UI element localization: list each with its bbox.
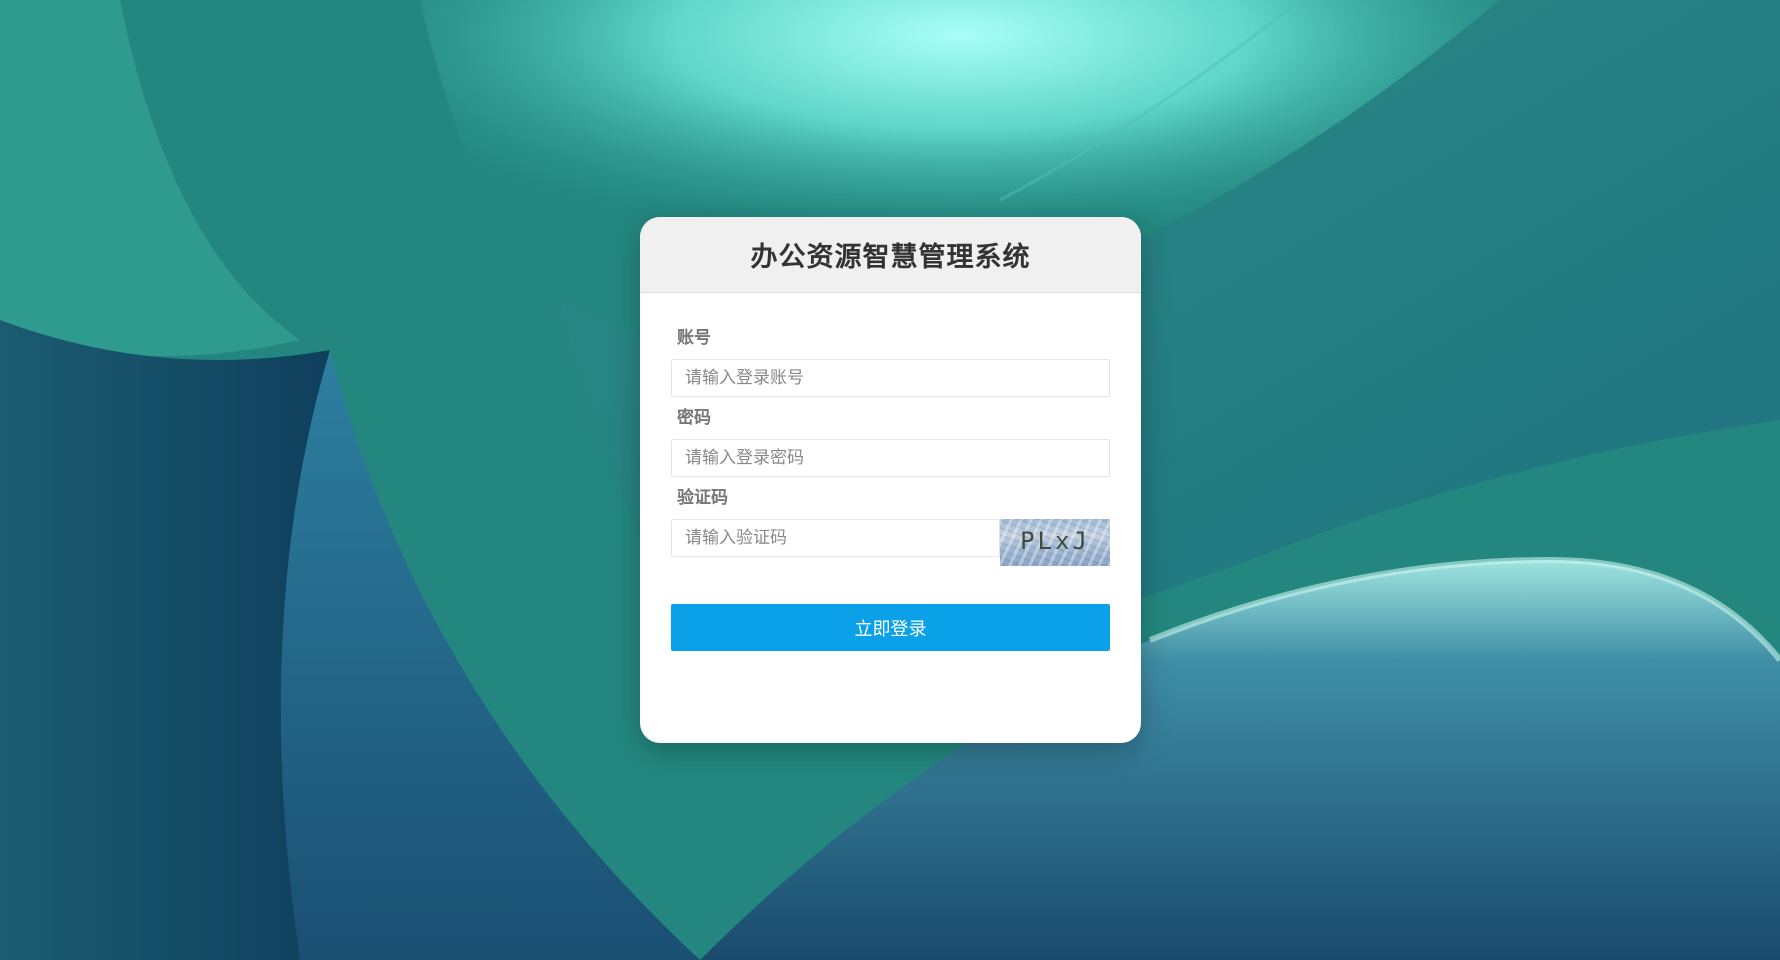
- login-card: 办公资源智慧管理系统 账号 密码 验证码 PLxJ 立即登录: [640, 217, 1141, 743]
- account-label: 账号: [677, 328, 711, 348]
- password-input[interactable]: [671, 439, 1110, 477]
- account-input[interactable]: [671, 359, 1110, 397]
- password-label: 密码: [677, 408, 711, 428]
- login-button[interactable]: 立即登录: [671, 604, 1110, 651]
- captcha-row: PLxJ: [671, 519, 1110, 566]
- captcha-code: PLxJ: [1020, 527, 1090, 555]
- page-title: 办公资源智慧管理系统: [750, 242, 1031, 273]
- captcha-input[interactable]: [671, 519, 1000, 557]
- card-header: 办公资源智慧管理系统: [640, 217, 1141, 293]
- captcha-image[interactable]: PLxJ: [1000, 519, 1110, 566]
- login-form: 账号 密码 验证码 PLxJ 立即登录: [640, 293, 1141, 651]
- captcha-label: 验证码: [677, 488, 728, 508]
